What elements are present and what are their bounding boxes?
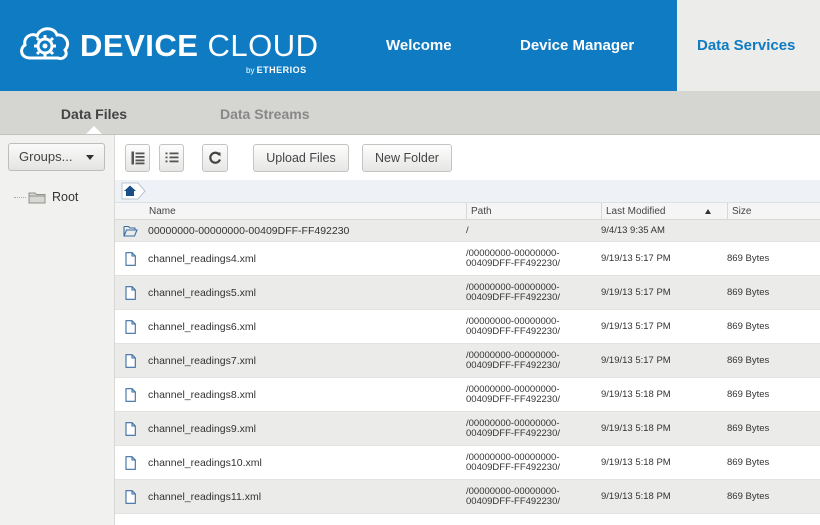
files-table: Name Path Last Modified Size 00000000-00… (115, 203, 820, 514)
file-icon (115, 412, 145, 445)
table-row[interactable]: channel_readings8.xml/00000000-00000000-… (115, 378, 820, 412)
cell-last-modified: 9/4/13 9:35 AM (601, 225, 665, 236)
table-header: Name Path Last Modified Size (115, 203, 820, 220)
cell-path: /00000000-00000000-00409DFF-FF492230/ (466, 281, 560, 303)
cell-size: 869 Bytes (727, 457, 770, 468)
tree-connector (14, 197, 26, 198)
cell-size: 869 Bytes (727, 355, 770, 366)
table-row[interactable]: channel_readings10.xml/00000000-00000000… (115, 446, 820, 480)
file-icon (115, 242, 145, 275)
cell-path: /00000000-00000000-00409DFF-FF492230/ (466, 417, 560, 439)
file-icon (115, 310, 145, 343)
cell-name: channel_readings9.xml (148, 422, 256, 435)
tree-node-label: Root (52, 190, 79, 204)
groups-dropdown[interactable]: Groups... (8, 143, 105, 171)
cell-path: /00000000-00000000-00409DFF-FF492230/ (466, 383, 560, 405)
column-header-last-modified[interactable]: Last Modified (601, 203, 727, 219)
list-view-icon (165, 152, 178, 163)
cell-path: / (466, 224, 469, 236)
table-row[interactable]: channel_readings11.xml/00000000-00000000… (115, 480, 820, 514)
cell-last-modified: 9/19/13 5:17 PM (601, 355, 671, 366)
file-icon (115, 344, 145, 377)
sort-ascending-icon (705, 208, 712, 214)
table-row[interactable]: 00000000-00000000-00409DFF-FF492230 / 9/4/… (115, 220, 820, 242)
cell-last-modified: 9/19/13 5:17 PM (601, 253, 671, 264)
column-header-name[interactable]: Name (145, 203, 466, 219)
cell-last-modified: 9/19/13 5:17 PM (601, 321, 671, 332)
cell-size: 869 Bytes (727, 287, 770, 298)
cell-size: 869 Bytes (727, 253, 770, 264)
groups-dropdown-label: Groups... (19, 149, 73, 164)
table-row[interactable]: channel_readings6.xml/00000000-00000000-… (115, 310, 820, 344)
cell-path: /00000000-00000000-00409DFF-FF492230/ (466, 349, 560, 371)
file-icon (115, 446, 145, 479)
cell-name: channel_readings6.xml (148, 320, 256, 333)
cell-last-modified: 9/19/13 5:18 PM (601, 423, 671, 434)
file-icon (115, 276, 145, 309)
cell-name: channel_readings10.xml (148, 456, 262, 469)
subtab-bar: Data Files Data Streams (0, 91, 820, 135)
column-header-size[interactable]: Size (727, 203, 820, 219)
nav-device-manager[interactable]: Device Manager (520, 0, 634, 91)
chevron-down-icon (86, 155, 94, 160)
cell-size: 869 Bytes (727, 423, 770, 434)
breadcrumb (115, 180, 820, 203)
upload-files-button[interactable]: Upload Files (253, 144, 349, 172)
refresh-button[interactable] (202, 144, 228, 172)
cell-name: channel_readings5.xml (148, 286, 256, 299)
detail-view-icon (131, 151, 144, 165)
cell-name: channel_readings4.xml (148, 252, 256, 265)
file-icon (115, 378, 145, 411)
cell-size: 869 Bytes (727, 389, 770, 400)
folder-icon (28, 192, 46, 204)
table-row[interactable]: channel_readings5.xml/00000000-00000000-… (115, 276, 820, 310)
cell-size (727, 220, 817, 241)
cell-size: 869 Bytes (727, 491, 770, 502)
refresh-icon (209, 151, 222, 164)
tree-node-root[interactable]: Root (28, 187, 78, 207)
cell-name: 00000000-00000000-00409DFF-FF492230 (148, 224, 350, 237)
home-icon[interactable] (121, 182, 147, 200)
nav-welcome[interactable]: Welcome (386, 0, 452, 91)
tab-data-streams[interactable]: Data Streams (220, 91, 310, 134)
nav-data-services[interactable]: Data Services (677, 0, 820, 91)
cell-name: channel_readings8.xml (148, 388, 256, 401)
new-folder-button[interactable]: New Folder (362, 144, 452, 172)
file-icon (115, 480, 145, 513)
cell-last-modified: 9/19/13 5:17 PM (601, 287, 671, 298)
cell-last-modified: 9/19/13 5:18 PM (601, 457, 671, 468)
cell-path: /00000000-00000000-00409DFF-FF492230/ (466, 485, 560, 507)
detail-view-button[interactable] (125, 144, 150, 172)
cloud-gear-icon (20, 27, 70, 60)
table-row[interactable]: channel_readings9.xml/00000000-00000000-… (115, 412, 820, 446)
cell-name: channel_readings7.xml (148, 354, 256, 367)
cell-last-modified: 9/19/13 5:18 PM (601, 389, 671, 400)
table-row[interactable]: channel_readings7.xml/00000000-00000000-… (115, 344, 820, 378)
cell-path: /00000000-00000000-00409DFF-FF492230/ (466, 315, 560, 337)
table-body: 00000000-00000000-00409DFF-FF492230 / 9/4/… (115, 220, 820, 514)
toolbar: Upload Files New Folder (115, 135, 820, 180)
cell-size: 869 Bytes (727, 321, 770, 332)
table-row[interactable]: channel_readings4.xml/00000000-00000000-… (115, 242, 820, 276)
cell-last-modified: 9/19/13 5:18 PM (601, 491, 671, 502)
app-header: DEVICE CLOUD by ETHERIOS Welcome Device … (0, 0, 820, 91)
cell-path: /00000000-00000000-00409DFF-FF492230/ (466, 451, 560, 473)
cell-path: /00000000-00000000-00409DFF-FF492230/ (466, 247, 560, 269)
column-header-path[interactable]: Path (466, 203, 601, 219)
brand-subtitle: by ETHERIOS (246, 65, 307, 75)
list-view-button[interactable] (159, 144, 184, 172)
sidebar: Groups... Root (0, 135, 115, 525)
brand-title: DEVICE CLOUD (80, 28, 319, 63)
folder-open-icon (115, 220, 145, 241)
cell-name: channel_readings11.xml (148, 490, 262, 503)
active-tab-pointer (86, 126, 102, 134)
